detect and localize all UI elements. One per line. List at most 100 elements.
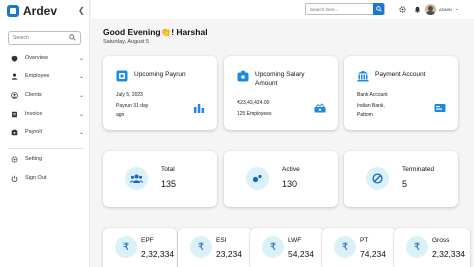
payrun-date: July 5, 2023 — [116, 92, 143, 98]
chevron-down-icon: ⌄ — [78, 55, 84, 62]
active-employees-card[interactable]: Active 130 — [224, 151, 338, 207]
chevron-down-icon: ⌄ — [78, 129, 84, 136]
search-icon[interactable] — [69, 33, 76, 43]
salary-icon — [237, 69, 249, 82]
stat-label: Total — [161, 166, 175, 173]
payrun-status: Payrun 31 day — [116, 103, 149, 109]
greeting-date: Saturday, August 5 — [103, 39, 150, 45]
sidebar-item-sign-out[interactable]: Sign Out — [10, 172, 84, 184]
sidebar-item-payroll[interactable]: Payroll ⌄ — [10, 126, 84, 138]
sidebar-item-clients[interactable]: Clients ⌄ — [10, 89, 84, 101]
deduction-value: 23,234 — [216, 249, 242, 259]
pt-card[interactable]: ₹ PT 74,234 — [322, 228, 396, 267]
sidebar-item-label: Sign Out — [25, 175, 47, 181]
terminated-employees-card[interactable]: Terminated 5 — [344, 151, 458, 207]
payrun-status-suffix: ago — [116, 112, 125, 118]
user-circle-icon — [10, 91, 18, 99]
header-search — [305, 3, 385, 15]
deduction-label: ESI — [216, 237, 227, 244]
payroll-icon — [10, 128, 18, 136]
user-icon — [10, 72, 18, 80]
brand-name: Ardev — [23, 4, 58, 18]
header-search-input[interactable] — [306, 6, 372, 12]
bar-chart-icon[interactable] — [193, 100, 205, 113]
deduction-value: 74,234 — [360, 249, 386, 259]
sidebar-item-setting[interactable]: Setting — [10, 153, 84, 165]
brand[interactable]: Ardev — [7, 3, 57, 19]
sidebar-item-employee[interactable]: Employee ⌄ — [10, 70, 84, 82]
deduction-label: PT — [360, 237, 369, 244]
bank-branch: Pattom — [357, 112, 373, 118]
payment-account-card[interactable]: Payment Account Bank Account Indian Bank… — [344, 56, 458, 130]
sidebar-search — [8, 31, 81, 45]
chevron-down-icon: ⌄ — [454, 6, 460, 12]
gross-card[interactable]: ₹ Gross 2,32,334 — [394, 228, 470, 267]
card-title: Upcoming Payrun — [134, 71, 186, 78]
deduction-value: 2,32,334 — [432, 249, 466, 259]
stat-label: Terminated — [402, 166, 435, 173]
group-icon — [125, 167, 148, 190]
greeting-title: Good Evening👏! Harshal — [103, 27, 208, 37]
account-type: Bank Account — [357, 92, 388, 98]
upcoming-salary-card[interactable]: Upcoming Salary Amount ₹23,43,424.00 125… — [224, 56, 338, 130]
profile-menu[interactable]: ADMIN ⌄ — [425, 2, 459, 16]
rupee-icon: ₹ — [406, 236, 428, 258]
block-icon — [366, 167, 389, 190]
deduction-value: 2,32,334 — [141, 249, 175, 259]
sidebar-item-label: Overview — [25, 55, 48, 61]
rupee-icon: ₹ — [334, 236, 356, 258]
bell-icon[interactable] — [413, 5, 421, 13]
top-bar: ADMIN ⌄ — [91, 0, 474, 19]
salary-amount: ₹23,43,424.00 — [237, 100, 270, 106]
sidebar-item-label: Employee — [25, 73, 50, 79]
total-employees-card[interactable]: Total 135 — [103, 151, 217, 207]
card-title: Payment Account — [375, 71, 426, 78]
esi-card[interactable]: ₹ ESI 23,234 — [178, 228, 252, 267]
upcoming-payrun-card[interactable]: Upcoming Payrun July 5, 2023 Payrun 31 d… — [103, 56, 217, 130]
shield-icon — [10, 54, 18, 62]
gear-icon[interactable] — [398, 5, 406, 13]
deduction-label: EPF — [141, 237, 154, 244]
app-root: Ardev ❮ Overview ⌄ Employee ⌄ Clients ⌄ … — [0, 0, 474, 267]
collapse-sidebar-button[interactable]: ❮ — [78, 6, 85, 15]
lwf-card[interactable]: ₹ LWF 54,234 — [250, 228, 324, 267]
sidebar-divider — [8, 148, 84, 149]
sidebar-item-invoice[interactable]: Invoice ⌄ — [10, 108, 84, 120]
sidebar-search-input[interactable] — [13, 35, 69, 41]
card-title: Upcoming Salary Amount — [255, 71, 305, 87]
payment-icon[interactable] — [434, 100, 446, 112]
sidebar-item-label: Payroll — [25, 129, 42, 135]
rupee-icon: ₹ — [262, 236, 284, 258]
sidebar-item-overview[interactable]: Overview ⌄ — [10, 52, 84, 64]
power-icon — [10, 174, 18, 182]
sidebar: Ardev ❮ Overview ⌄ Employee ⌄ Clients ⌄ … — [0, 0, 90, 267]
stat-value: 5 — [402, 179, 408, 189]
search-icon — [375, 6, 382, 12]
deduction-label: LWF — [288, 237, 302, 244]
chevron-down-icon: ⌄ — [78, 111, 84, 118]
gear-icon — [10, 155, 18, 163]
deduction-label: Gross — [432, 237, 450, 244]
dots-icon — [246, 167, 269, 190]
stat-label: Active — [282, 166, 300, 173]
money-icon[interactable] — [314, 100, 326, 113]
deduction-value: 54,234 — [288, 249, 314, 259]
bank-icon — [357, 69, 369, 82]
sidebar-item-label: Setting — [25, 156, 43, 162]
chevron-down-icon: ⌄ — [78, 73, 84, 80]
stat-value: 130 — [282, 179, 298, 189]
payrun-icon — [116, 69, 128, 82]
rupee-icon: ₹ — [190, 236, 212, 258]
sidebar-item-label: Invoice — [25, 111, 43, 117]
stat-value: 135 — [161, 179, 177, 189]
brand-logo-icon — [7, 5, 19, 17]
chevron-down-icon: ⌄ — [78, 92, 84, 99]
epf-card[interactable]: ₹ EPF 2,32,334 — [103, 228, 177, 267]
avatar — [425, 3, 436, 15]
rupee-icon: ₹ — [115, 236, 137, 258]
bank-name: Indian Bank, — [357, 103, 385, 109]
invoice-icon — [10, 110, 18, 118]
sidebar-item-label: Clients — [25, 92, 42, 98]
user-role: ADMIN — [439, 6, 452, 12]
header-search-button[interactable] — [373, 3, 384, 15]
